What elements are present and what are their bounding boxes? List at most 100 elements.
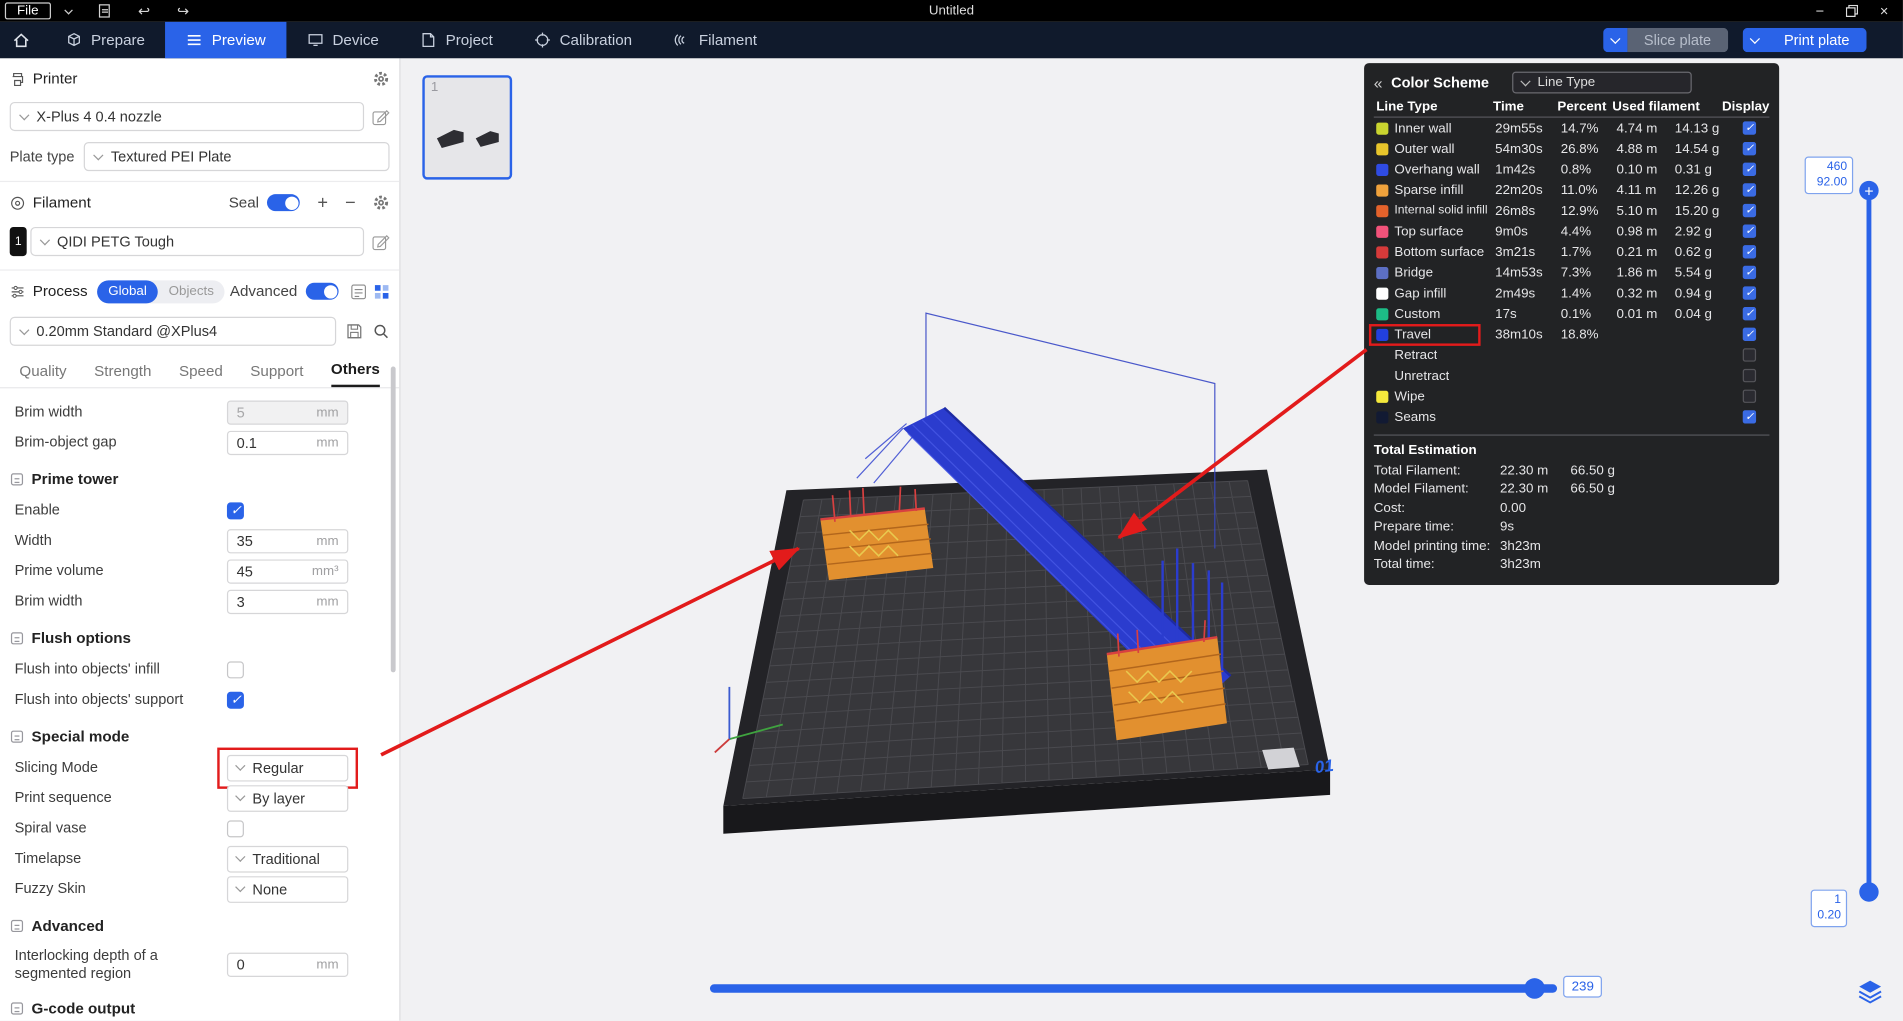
process-scope-objects[interactable]: Objects — [158, 284, 225, 299]
display-checkbox[interactable] — [1742, 390, 1755, 403]
param-row: Fuzzy Skin None — [0, 874, 399, 904]
advanced-toggle[interactable] — [306, 283, 339, 300]
filament-select[interactable]: QIDI PETG Tough — [30, 227, 364, 256]
param-row: Prime volume 45mm³ — [0, 556, 399, 586]
prime-tower-enable-checkbox[interactable] — [227, 502, 244, 519]
close-icon[interactable]: × — [1880, 4, 1889, 19]
display-checkbox[interactable] — [1742, 410, 1755, 423]
process-preset-select[interactable]: 0.20mm Standard @XPlus4 — [10, 317, 336, 346]
slice-options-chevron-icon[interactable] — [1603, 28, 1627, 52]
process-scope-global[interactable]: Global — [97, 280, 157, 303]
print-options-chevron-icon[interactable] — [1743, 28, 1767, 52]
remove-filament-icon[interactable]: − — [345, 194, 356, 212]
line-type-row: Bridge 14m53s7.3%1.86 m5.54 g — [1374, 262, 1770, 283]
plate-type-select[interactable]: Textured PEI Plate — [84, 142, 389, 171]
search-icon[interactable] — [373, 323, 390, 340]
flush-support-checkbox[interactable] — [227, 691, 244, 708]
display-checkbox[interactable] — [1742, 204, 1755, 217]
maximize-icon[interactable] — [1846, 5, 1858, 17]
swatch — [1376, 411, 1388, 423]
objects-grid-icon[interactable] — [374, 283, 390, 299]
tab-speed[interactable]: Speed — [179, 363, 223, 387]
print-plate-button[interactable]: Print plate — [1743, 28, 1867, 52]
swatch — [1376, 308, 1388, 320]
process-tab-strip: Quality Strength Speed Support Others — [0, 354, 399, 388]
section-prime-tower: Prime tower — [0, 464, 399, 496]
layer-slider-track[interactable] — [1867, 191, 1872, 892]
layer-range-top-label: 460 92.00 — [1805, 157, 1854, 195]
layer-range-bottom-label: 1 0.20 — [1811, 890, 1847, 928]
display-checkbox[interactable] — [1742, 225, 1755, 238]
window-title: Untitled — [0, 4, 1903, 19]
display-checkbox[interactable] — [1742, 121, 1755, 134]
section-advanced: Advanced — [0, 910, 399, 942]
sidebar-scrollbar[interactable] — [391, 367, 396, 673]
prepare-icon — [66, 32, 83, 49]
layer-slider-bottom-handle[interactable] — [1859, 882, 1878, 901]
tab-strength[interactable]: Strength — [94, 363, 151, 387]
timelapse-select[interactable]: Traditional — [227, 845, 348, 872]
tab-support[interactable]: Support — [250, 363, 303, 387]
slice-plate-button[interactable]: Slice plate — [1603, 28, 1728, 52]
tab-prepare[interactable]: Prepare — [45, 22, 166, 58]
view-mode-select[interactable]: Line Type — [1512, 72, 1692, 94]
process-section-header: Process Global Objects Advanced — [0, 277, 399, 306]
process-icon — [10, 283, 26, 299]
display-checkbox[interactable] — [1742, 142, 1755, 155]
collapse-panel-icon[interactable]: « — [1374, 75, 1383, 91]
fuzzy-skin-select[interactable]: None — [227, 876, 348, 903]
tab-quality[interactable]: Quality — [19, 363, 66, 387]
tab-preview[interactable]: Preview — [166, 22, 287, 58]
line-type-row: Overhang wall 1m42s0.8%0.10 m0.31 g — [1374, 159, 1770, 180]
prime-tower-brim-width-input[interactable]: 3mm — [227, 589, 348, 613]
settings-list-icon[interactable] — [351, 283, 367, 299]
filament-settings-gear-icon[interactable] — [373, 194, 390, 211]
filament-slot-badge[interactable]: 1 — [10, 227, 27, 256]
preview-icon — [186, 32, 203, 49]
display-checkbox[interactable] — [1742, 369, 1755, 382]
spiral-vase-checkbox[interactable] — [227, 820, 244, 837]
step-slider-track[interactable] — [710, 984, 1557, 992]
flush-options-icon — [11, 632, 23, 644]
printer-select[interactable]: X-Plus 4 0.4 nozzle — [10, 102, 364, 131]
prime-volume-input[interactable]: 45mm³ — [227, 559, 348, 583]
home-icon[interactable] — [0, 31, 45, 49]
minimize-icon[interactable]: − — [1816, 4, 1825, 19]
tab-others[interactable]: Others — [331, 360, 380, 387]
display-checkbox[interactable] — [1742, 307, 1755, 320]
edit-filament-icon[interactable] — [371, 232, 389, 250]
title-bar: File ↩ ↪ Untitled − × — [0, 0, 1903, 22]
display-checkbox[interactable] — [1742, 163, 1755, 176]
total-estimation-title: Total Estimation — [1374, 439, 1770, 461]
plate-thumbnail[interactable]: 1 — [422, 75, 512, 179]
brim-width-input[interactable]: 5mm — [227, 400, 348, 424]
layers-view-icon[interactable] — [1857, 978, 1884, 1005]
print-sequence-select[interactable]: By layer — [227, 785, 348, 812]
total-row: Total Filament:22.30 m66.50 g — [1374, 461, 1770, 480]
step-slider-handle[interactable] — [1524, 978, 1545, 999]
display-checkbox[interactable] — [1742, 348, 1755, 361]
tab-project[interactable]: Project — [399, 22, 513, 58]
display-checkbox[interactable] — [1742, 328, 1755, 341]
flush-infill-checkbox[interactable] — [227, 661, 244, 678]
display-checkbox[interactable] — [1742, 266, 1755, 279]
tab-filament[interactable]: Filament — [653, 22, 778, 58]
total-row: Prepare time:9s — [1374, 518, 1770, 537]
display-checkbox[interactable] — [1742, 245, 1755, 258]
tab-device[interactable]: Device — [286, 22, 399, 58]
seal-toggle[interactable] — [268, 194, 301, 211]
add-filament-icon[interactable]: + — [317, 194, 328, 212]
process-scope-switch[interactable]: Global Objects — [97, 280, 225, 303]
save-preset-icon[interactable] — [346, 323, 363, 340]
display-checkbox[interactable] — [1742, 286, 1755, 299]
display-checkbox[interactable] — [1742, 183, 1755, 196]
slicing-mode-select[interactable]: Regular — [227, 754, 348, 781]
tab-calibration[interactable]: Calibration — [513, 22, 652, 58]
brim-object-gap-input[interactable]: 0.1mm — [227, 430, 348, 454]
prime-tower-width-input[interactable]: 35mm — [227, 529, 348, 553]
interlocking-depth-input[interactable]: 0mm — [227, 952, 348, 976]
printer-settings-gear-icon[interactable] — [373, 70, 390, 87]
edit-printer-icon[interactable] — [371, 107, 389, 125]
device-icon — [307, 32, 324, 49]
layer-slider-top-handle[interactable]: + — [1859, 181, 1878, 200]
